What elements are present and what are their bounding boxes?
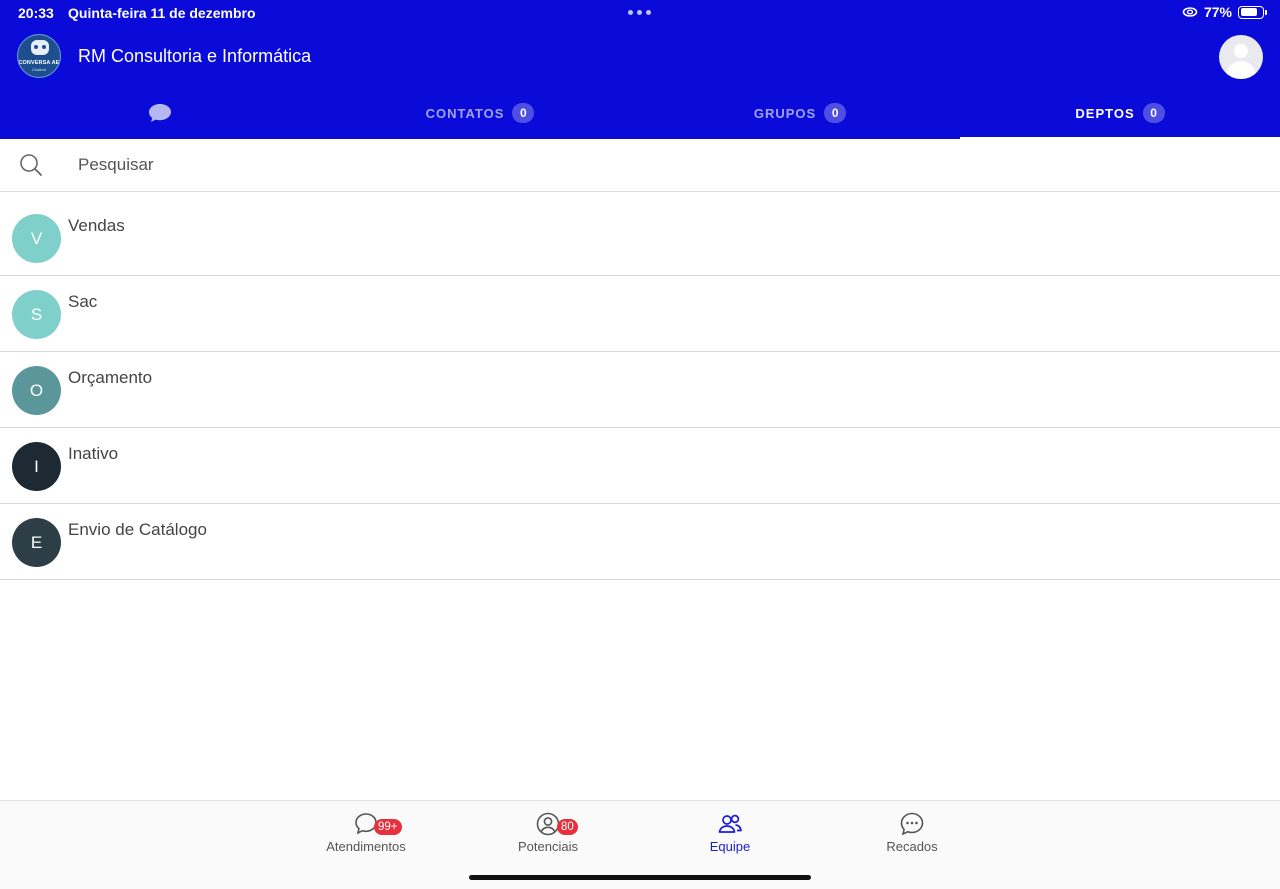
multitasking-dots-icon[interactable] xyxy=(628,10,651,15)
tab-count-badge: 0 xyxy=(512,103,535,123)
search-icon xyxy=(20,154,42,176)
search-bar xyxy=(0,139,1280,192)
nav-potenciais[interactable]: 80 Potenciais xyxy=(488,811,608,854)
chat-bubble-icon xyxy=(149,104,171,122)
page-title: RM Consultoria e Informática xyxy=(78,46,312,66)
team-icon xyxy=(718,814,742,833)
department-name: Orçamento xyxy=(68,368,153,387)
tab-count-badge: 0 xyxy=(824,103,847,123)
avatar: I xyxy=(12,442,61,491)
battery-percent: 77% xyxy=(1203,4,1232,20)
nav-label: Atendimentos xyxy=(326,839,406,854)
nav-label: Equipe xyxy=(709,839,751,854)
app-header: 20:33 Quinta-feira 11 de dezembro 77% CO… xyxy=(0,0,1280,139)
tab-conversations[interactable] xyxy=(0,87,320,139)
nav-label: Potenciais xyxy=(518,839,578,854)
notification-badge: 99+ xyxy=(374,819,402,835)
tab-label: GRUPOS xyxy=(753,105,817,121)
nav-equipe[interactable]: Equipe xyxy=(670,811,790,854)
tab-bar: CONTATOS 0 GRUPOS 0 DEPTOS 0 xyxy=(0,87,1280,139)
avatar: O xyxy=(12,366,61,415)
tab-count-badge: 0 xyxy=(1142,103,1165,123)
department-name: Vendas xyxy=(68,216,125,235)
search-input[interactable] xyxy=(78,151,1258,179)
battery-icon xyxy=(1238,5,1267,19)
status-bar: 20:33 Quinta-feira 11 de dezembro 77% xyxy=(0,0,1280,26)
tab-contatos[interactable]: CONTATOS 0 xyxy=(320,87,640,139)
tab-deptos[interactable]: DEPTOS 0 xyxy=(960,87,1280,139)
status-time: 20:33 xyxy=(18,5,54,21)
app-logo: CONVERSA AE Chatbot xyxy=(17,34,61,78)
list-item[interactable]: O Orçamento xyxy=(0,352,1280,428)
avatar: S xyxy=(12,290,61,339)
list-item[interactable]: E Envio de Catálogo xyxy=(0,504,1280,580)
department-name: Envio de Catálogo xyxy=(68,520,207,539)
nav-label: Recados xyxy=(886,839,938,854)
list-item[interactable]: I Inativo xyxy=(0,428,1280,504)
logo-text: CONVERSA AE xyxy=(18,60,60,66)
tab-label: DEPTOS xyxy=(1075,105,1135,121)
avatar: V xyxy=(12,214,61,263)
nav-recados[interactable]: Recados xyxy=(852,811,972,854)
status-date: Quinta-feira 11 de dezembro xyxy=(68,5,256,21)
nav-atendimentos[interactable]: 99+ Atendimentos xyxy=(306,811,426,854)
avatar: E xyxy=(12,518,61,567)
department-list: V Vendas S Sac O Orçamento I Inativo E E… xyxy=(0,200,1280,580)
notification-badge: 80 xyxy=(557,819,578,835)
department-name: Sac xyxy=(68,292,98,311)
logo-subtext: Chatbot xyxy=(31,67,46,72)
link-icon xyxy=(1182,7,1198,17)
home-indicator[interactable] xyxy=(469,875,811,880)
profile-avatar[interactable] xyxy=(1219,35,1263,79)
message-dots-icon xyxy=(900,812,924,836)
tab-grupos[interactable]: GRUPOS 0 xyxy=(640,87,960,139)
list-item[interactable]: V Vendas xyxy=(0,200,1280,276)
tab-label: CONTATOS xyxy=(425,105,505,121)
department-name: Inativo xyxy=(68,444,119,463)
list-item[interactable]: S Sac xyxy=(0,276,1280,352)
status-indicators: 77% xyxy=(1182,4,1267,20)
